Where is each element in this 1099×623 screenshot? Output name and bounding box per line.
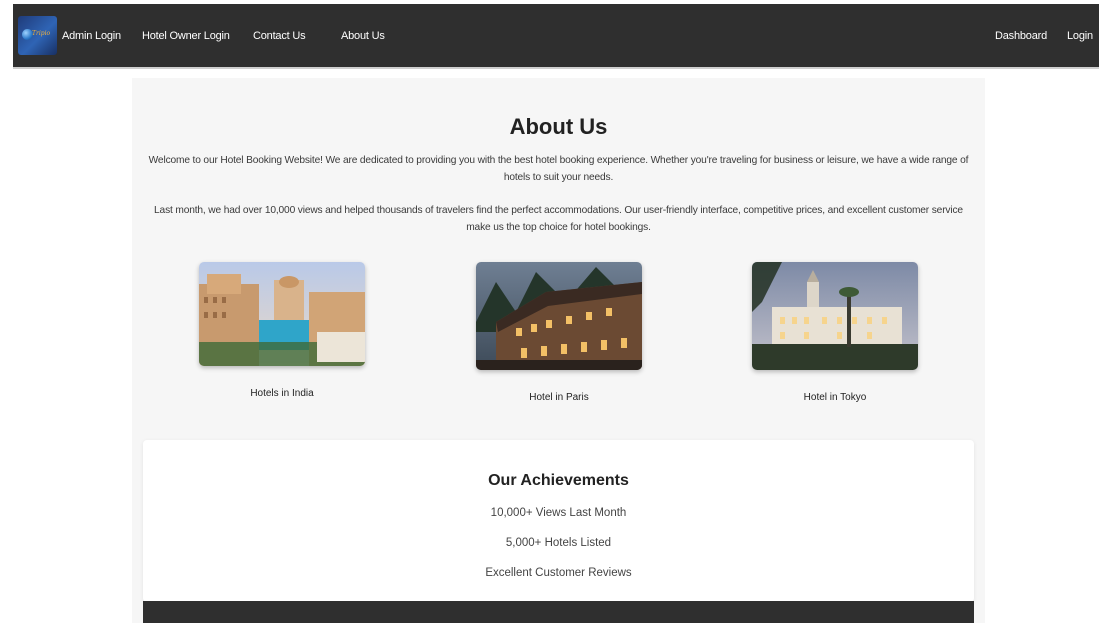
hotel-card-tokyo[interactable]: Hotel in Tokyo	[752, 262, 918, 403]
hotel-image-tokyo	[752, 262, 918, 370]
achievement-item: 10,000+ Views Last Month	[490, 507, 627, 519]
about-panel: About Us Welcome to our Hotel Booking We…	[132, 78, 985, 623]
hotel-card-india[interactable]: Hotels in India	[199, 262, 365, 399]
hotel-card-paris[interactable]: Hotel in Paris	[476, 262, 642, 403]
footer-bar	[143, 601, 974, 623]
achievements-box: Our Achievements 10,000+ Views Last Mont…	[143, 440, 974, 602]
nav-login[interactable]: Login	[1067, 4, 1093, 67]
achievements-title: Our Achievements	[488, 472, 629, 489]
card-caption: Hotel in Tokyo	[803, 392, 867, 403]
top-navbar: Tripio Admin Login Hotel Owner Login Con…	[13, 4, 1099, 69]
card-caption: Hotels in India	[250, 388, 314, 399]
achievement-item: Excellent Customer Reviews	[485, 567, 632, 579]
achievement-item: 5,000+ Hotels Listed	[505, 537, 612, 549]
page-title: About Us	[509, 114, 608, 139]
hotel-image-paris	[476, 262, 642, 370]
logo-text: Tripio	[32, 30, 51, 37]
nav-contact-us[interactable]: Contact Us	[253, 4, 306, 67]
nav-about-us[interactable]: About Us	[341, 4, 385, 67]
hotel-image-india	[199, 262, 365, 366]
card-caption: Hotel in Paris	[529, 392, 589, 403]
site-logo[interactable]: Tripio	[18, 16, 57, 55]
stats-paragraph: Last month, we had over 10,000 views and…	[154, 205, 963, 233]
nav-hotel-owner-login[interactable]: Hotel Owner Login	[142, 4, 230, 67]
intro-paragraph: Welcome to our Hotel Booking Website! We…	[148, 155, 969, 183]
nav-admin-login[interactable]: Admin Login	[62, 4, 121, 67]
nav-dashboard[interactable]: Dashboard	[995, 4, 1047, 67]
